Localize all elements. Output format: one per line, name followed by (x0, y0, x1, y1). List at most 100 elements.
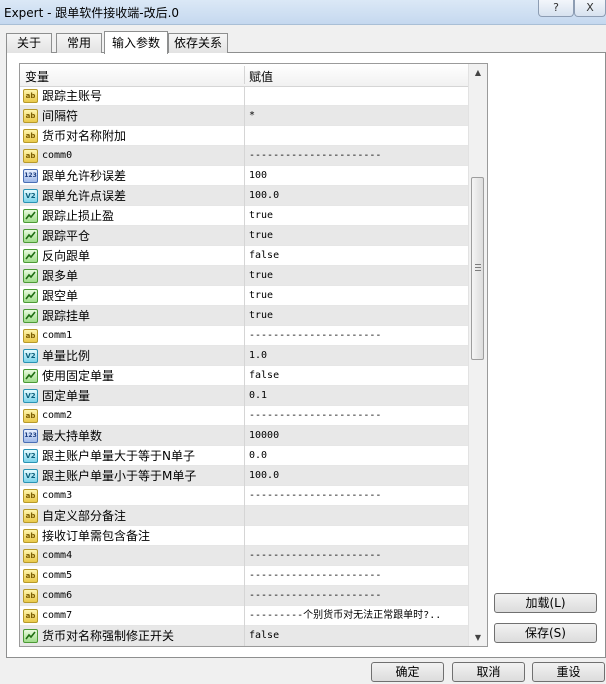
table-row[interactable]: ab 间隔符 * (20, 106, 468, 126)
parameter-name-cell[interactable]: ab comm3 (23, 486, 243, 506)
parameter-name-cell[interactable]: V2 固定单量 (23, 386, 243, 406)
parameter-name-cell[interactable]: ab 间隔符 (23, 106, 243, 126)
parameter-name-cell[interactable]: 反向跟单 (23, 246, 243, 266)
table-row[interactable]: ab comm2 ---------------------- (20, 406, 468, 426)
parameter-value-cell[interactable]: ---------------------- (244, 546, 466, 566)
table-row[interactable]: V2 跟单允许点误差 100.0 (20, 186, 468, 206)
table-row[interactable]: ab 自定义部分备注 (20, 506, 468, 526)
parameter-name-cell[interactable]: 使用固定单量 (23, 366, 243, 386)
help-button[interactable]: ? (538, 0, 574, 17)
table-row[interactable]: 跟多单 true (20, 266, 468, 286)
parameter-name-cell[interactable]: 123 最大持单数 (23, 426, 243, 446)
table-row[interactable]: V2 跟主账户单量大于等于N单子 0.0 (20, 446, 468, 466)
scroll-up-arrow-icon[interactable]: ▲ (469, 64, 487, 81)
parameter-value-cell[interactable]: ---------------------- (244, 486, 466, 506)
parameter-name-cell[interactable]: 跟踪止损止盈 (23, 206, 243, 226)
parameter-name-cell[interactable]: V2 跟单允许点误差 (23, 186, 243, 206)
table-row[interactable]: 123 跟单允许秒误差 100 (20, 166, 468, 186)
parameter-value-cell[interactable]: 0.1 (244, 386, 466, 406)
table-row[interactable]: ab comm1 ---------------------- (20, 326, 468, 346)
parameter-value-cell[interactable]: true (244, 286, 466, 306)
table-row[interactable]: 123 最大持单数 10000 (20, 426, 468, 446)
parameter-value-cell[interactable]: 10000 (244, 426, 466, 446)
table-row[interactable]: 反向跟单 false (20, 246, 468, 266)
parameter-name-cell[interactable]: 跟多单 (23, 266, 243, 286)
parameter-name-cell[interactable]: 跟空单 (23, 286, 243, 306)
table-row[interactable]: ab comm6 ---------------------- (20, 586, 468, 606)
parameter-value-cell[interactable] (244, 126, 466, 146)
tab-dependencies[interactable]: 依存关系 (168, 33, 228, 53)
parameter-name-cell[interactable]: 跟踪平仓 (23, 226, 243, 246)
cancel-button[interactable]: 取消 (452, 662, 525, 682)
parameter-value-cell[interactable] (244, 506, 466, 526)
column-divider[interactable] (244, 66, 245, 84)
parameter-name-cell[interactable]: ab comm5 (23, 566, 243, 586)
parameter-value-cell[interactable]: * (244, 106, 466, 126)
tab-inputs[interactable]: 输入参数 (104, 31, 168, 54)
parameter-name-cell[interactable]: V2 单量比例 (23, 346, 243, 366)
table-row[interactable]: 跟踪止损止盈 true (20, 206, 468, 226)
table-row[interactable]: V2 单量比例 1.0 (20, 346, 468, 366)
column-header-value[interactable]: 赋值 (249, 68, 273, 85)
vertical-scrollbar[interactable]: ▲ ▼ (468, 64, 487, 646)
parameter-value-cell[interactable]: true (244, 306, 466, 326)
save-button[interactable]: 保存(S) (494, 623, 597, 643)
parameter-name-cell[interactable]: ab comm6 (23, 586, 243, 606)
parameter-value-cell[interactable]: 100.0 (244, 186, 466, 206)
table-row[interactable]: ab comm5 ---------------------- (20, 566, 468, 586)
parameter-name-cell[interactable]: ab 自定义部分备注 (23, 506, 243, 526)
parameter-value-cell[interactable]: 1.0 (244, 346, 466, 366)
parameter-value-cell[interactable]: true (244, 226, 466, 246)
parameter-value-cell[interactable]: ---------------------- (244, 566, 466, 586)
table-row[interactable]: ab 货币对名称附加 (20, 126, 468, 146)
parameter-value-cell[interactable]: ---------------------- (244, 326, 466, 346)
table-row[interactable]: V2 跟主账户单量小于等于M单子 100.0 (20, 466, 468, 486)
parameter-name-cell[interactable]: ab 跟踪主账号 (23, 86, 243, 106)
parameter-value-cell[interactable]: ---------------------- (244, 406, 466, 426)
parameter-value-cell[interactable] (244, 526, 466, 546)
scroll-thumb[interactable] (471, 177, 484, 360)
parameter-name-cell[interactable]: ab comm7 (23, 606, 243, 626)
parameter-value-cell[interactable]: true (244, 206, 466, 226)
parameter-value-cell[interactable]: 100.0 (244, 466, 466, 486)
parameter-name-cell[interactable]: V2 跟主账户单量小于等于M单子 (23, 466, 243, 486)
parameter-value-cell[interactable]: ---------------------- (244, 146, 466, 166)
parameter-value-cell[interactable]: ---------------------- (244, 586, 466, 606)
table-row[interactable]: ab 接收订单需包含备注 (20, 526, 468, 546)
parameter-name-cell[interactable]: ab comm0 (23, 146, 243, 166)
table-row[interactable]: 跟空单 true (20, 286, 468, 306)
parameter-name-cell[interactable]: ab 货币对名称附加 (23, 126, 243, 146)
parameter-value-cell[interactable]: false (244, 246, 466, 266)
load-button[interactable]: 加载(L) (494, 593, 597, 613)
parameter-value-cell[interactable]: true (244, 266, 466, 286)
table-row[interactable]: ab 跟踪主账号 (20, 86, 468, 106)
parameter-name-cell[interactable]: V2 跟主账户单量大于等于N单子 (23, 446, 243, 466)
parameter-name-cell[interactable]: ab comm2 (23, 406, 243, 426)
reset-button[interactable]: 重设 (532, 662, 605, 682)
parameter-name-cell[interactable]: ab comm1 (23, 326, 243, 346)
parameter-name-cell[interactable]: 123 跟单允许秒误差 (23, 166, 243, 186)
tab-about[interactable]: 关于 (6, 33, 52, 53)
table-row[interactable]: 跟踪平仓 true (20, 226, 468, 246)
column-header-variable[interactable]: 变量 (25, 68, 49, 85)
parameter-value-cell[interactable]: false (244, 626, 466, 646)
table-row[interactable]: ab comm4 ---------------------- (20, 546, 468, 566)
parameter-name-cell[interactable]: ab comm4 (23, 546, 243, 566)
parameter-name-cell[interactable]: 货币对名称强制修正开关 (23, 626, 243, 646)
table-row[interactable]: ab comm3 ---------------------- (20, 486, 468, 506)
parameter-value-cell[interactable]: 100 (244, 166, 466, 186)
parameter-value-cell[interactable]: false (244, 366, 466, 386)
table-row[interactable]: ab comm0 ---------------------- (20, 146, 468, 166)
close-button[interactable]: X (574, 0, 606, 17)
parameter-value-cell[interactable] (244, 86, 466, 106)
parameter-value-cell[interactable]: 0.0 (244, 446, 466, 466)
tab-common[interactable]: 常用 (56, 33, 102, 53)
table-row[interactable]: ab comm7 ---------个别货币对无法正常跟单时?.. (20, 606, 468, 626)
table-row[interactable]: 货币对名称强制修正开关 false (20, 626, 468, 646)
ok-button[interactable]: 确定 (371, 662, 444, 682)
table-row[interactable]: V2 固定单量 0.1 (20, 386, 468, 406)
scroll-down-arrow-icon[interactable]: ▼ (469, 629, 487, 646)
parameter-value-cell[interactable]: ---------个别货币对无法正常跟单时?.. (244, 606, 466, 626)
table-row[interactable]: 使用固定单量 false (20, 366, 468, 386)
table-row[interactable]: 跟踪挂单 true (20, 306, 468, 326)
